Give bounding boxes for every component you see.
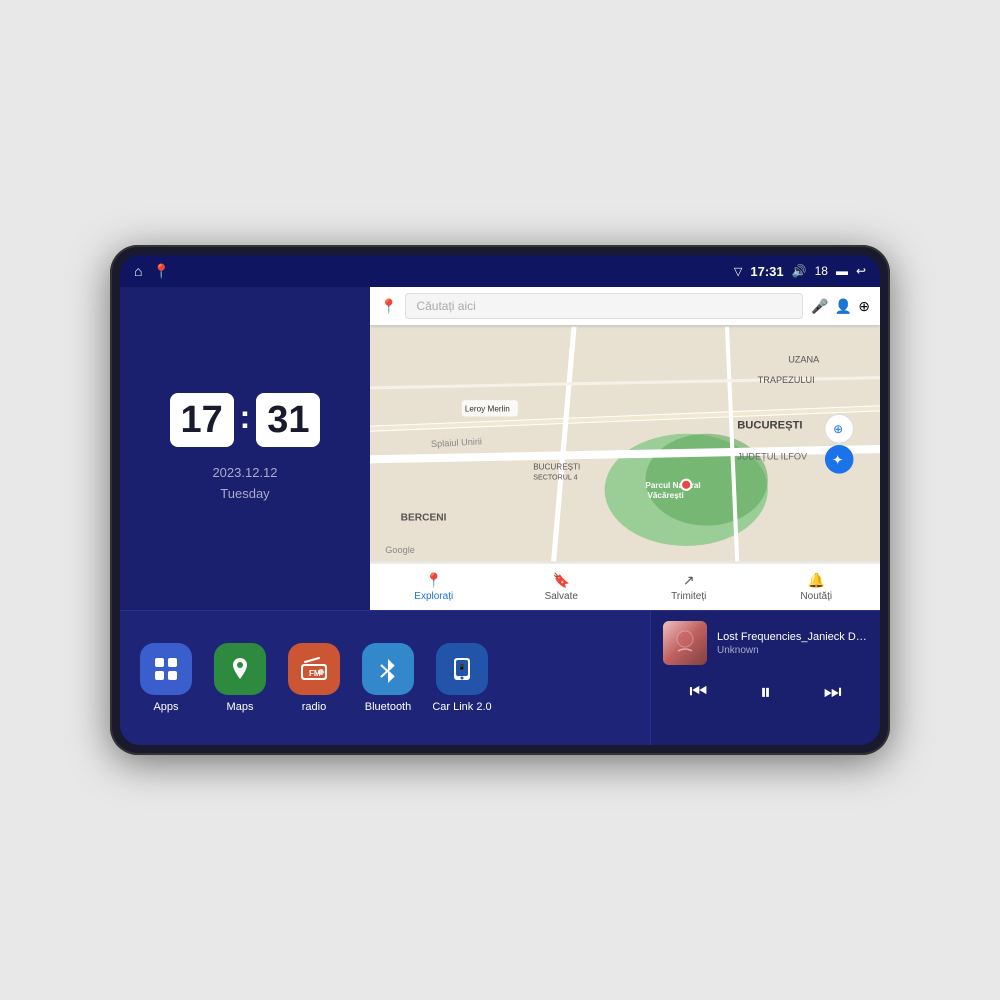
- car-display-device: ⌂ 📍 ▽ 17:31 🔊 18 ▬ ↩ 17 :: [110, 245, 890, 755]
- map-panel[interactable]: 📍 Căutați aici 🎤 👤 ⊕: [370, 287, 880, 610]
- top-section: 17 : 31 2023.12.12 Tuesday 📍: [120, 287, 880, 610]
- device-screen: ⌂ 📍 ▽ 17:31 🔊 18 ▬ ↩ 17 :: [120, 255, 880, 745]
- carlink-label: Car Link 2.0: [432, 701, 491, 713]
- svg-text:📱: 📱: [458, 663, 465, 671]
- svg-text:Google: Google: [385, 545, 415, 555]
- news-icon: 🔔: [808, 572, 825, 589]
- svg-text:BERCENI: BERCENI: [401, 513, 447, 524]
- apps-row: Apps Maps: [120, 611, 650, 745]
- music-title: Lost Frequencies_Janieck Devy-...: [717, 631, 868, 643]
- svg-text:✦: ✦: [832, 452, 843, 467]
- volume-level: 18: [815, 264, 828, 278]
- map-btn-send[interactable]: ↗ Trimiteți: [625, 568, 753, 606]
- radio-label: radio: [302, 701, 326, 713]
- carlink-icon: 📱: [436, 643, 488, 695]
- battery-icon: ▬: [836, 264, 848, 278]
- svg-text:JUDEȚUL ILFOV: JUDEȚUL ILFOV: [737, 451, 808, 461]
- clock-display: 17 : 31: [170, 393, 321, 447]
- svg-text:BUCUREȘTI: BUCUREȘTI: [533, 463, 580, 472]
- app-item-apps[interactable]: Apps: [136, 643, 196, 713]
- svg-text:BUCUREȘTI: BUCUREȘTI: [737, 420, 802, 432]
- volume-icon: 🔊: [792, 264, 807, 278]
- map-location-icon: 📍: [380, 298, 397, 315]
- main-content: 17 : 31 2023.12.12 Tuesday 📍: [120, 287, 880, 745]
- music-controls: ⏮ ⏸ ⏭: [663, 675, 868, 709]
- app-item-maps[interactable]: Maps: [210, 643, 270, 713]
- map-footer: 📍 Explorați 🔖 Salvate ↗ Trimiteți 🔔: [370, 563, 880, 610]
- svg-text:UZANA: UZANA: [788, 354, 820, 364]
- clock-date: 2023.12.12 Tuesday: [212, 463, 277, 505]
- bluetooth-icon: [362, 643, 414, 695]
- account-icon[interactable]: 👤: [835, 298, 852, 315]
- svg-text:Leroy Merlin: Leroy Merlin: [465, 404, 510, 413]
- svg-text:SECTORUL 4: SECTORUL 4: [533, 474, 577, 482]
- map-header: 📍 Căutați aici 🎤 👤 ⊕: [370, 287, 880, 325]
- svg-text:Parcul Natural: Parcul Natural: [645, 481, 700, 490]
- microphone-icon[interactable]: 🎤: [811, 298, 828, 315]
- maps-nav-icon[interactable]: 📍: [152, 263, 169, 280]
- apps-label: Apps: [153, 701, 178, 713]
- app-item-radio[interactable]: FM radio: [284, 643, 344, 713]
- status-bar: ⌂ 📍 ▽ 17:31 🔊 18 ▬ ↩: [120, 255, 880, 287]
- maps-label: Maps: [227, 701, 254, 713]
- app-item-carlink[interactable]: 📱 Car Link 2.0: [432, 643, 492, 713]
- back-icon[interactable]: ↩: [856, 264, 866, 278]
- app-item-bluetooth[interactable]: Bluetooth: [358, 643, 418, 713]
- music-player: Lost Frequencies_Janieck Devy-... Unknow…: [650, 611, 880, 745]
- music-artist: Unknown: [717, 645, 868, 656]
- map-btn-saved[interactable]: 🔖 Salvate: [498, 568, 626, 606]
- map-search-box[interactable]: Căutați aici: [405, 293, 803, 319]
- explore-icon: 📍: [425, 572, 442, 589]
- clock-colon: :: [240, 399, 251, 436]
- map-btn-news[interactable]: 🔔 Noutăți: [753, 568, 881, 606]
- map-btn-explore[interactable]: 📍 Explorați: [370, 568, 498, 606]
- bottom-section: Apps Maps: [120, 610, 880, 745]
- maps-icon: [214, 643, 266, 695]
- clock-hours: 17: [170, 393, 234, 447]
- saved-icon: 🔖: [553, 572, 570, 589]
- svg-text:TRAPEZULUI: TRAPEZULUI: [758, 375, 815, 385]
- signal-icon: ▽: [734, 265, 742, 278]
- map-body[interactable]: Splaiul Unirii BUCUREȘTI JUDEȚUL ILFOV B…: [370, 325, 880, 563]
- radio-icon: FM: [288, 643, 340, 695]
- music-meta: Lost Frequencies_Janieck Devy-... Unknow…: [717, 631, 868, 656]
- apps-icon: [140, 643, 192, 695]
- clock-panel: 17 : 31 2023.12.12 Tuesday: [120, 287, 370, 610]
- svg-text:⊕: ⊕: [833, 422, 843, 436]
- status-right-info: ▽ 17:31 🔊 18 ▬ ↩: [734, 264, 866, 279]
- bluetooth-label: Bluetooth: [365, 701, 411, 713]
- layers-icon[interactable]: ⊕: [858, 298, 870, 315]
- map-search-icons: 🎤 👤 ⊕: [811, 298, 870, 315]
- next-button[interactable]: ⏭: [816, 677, 850, 708]
- music-thumbnail: [663, 621, 707, 665]
- clock-minutes: 31: [256, 393, 320, 447]
- svg-text:Văcărești: Văcărești: [647, 491, 683, 500]
- status-left-icons: ⌂ 📍: [134, 263, 170, 280]
- time-display: 17:31: [750, 264, 783, 279]
- music-info: Lost Frequencies_Janieck Devy-... Unknow…: [663, 621, 868, 665]
- search-placeholder: Căutați aici: [416, 299, 475, 313]
- prev-button[interactable]: ⏮: [681, 677, 715, 708]
- play-pause-button[interactable]: ⏸: [752, 675, 779, 709]
- home-icon[interactable]: ⌂: [134, 263, 142, 279]
- send-icon: ↗: [683, 572, 695, 589]
